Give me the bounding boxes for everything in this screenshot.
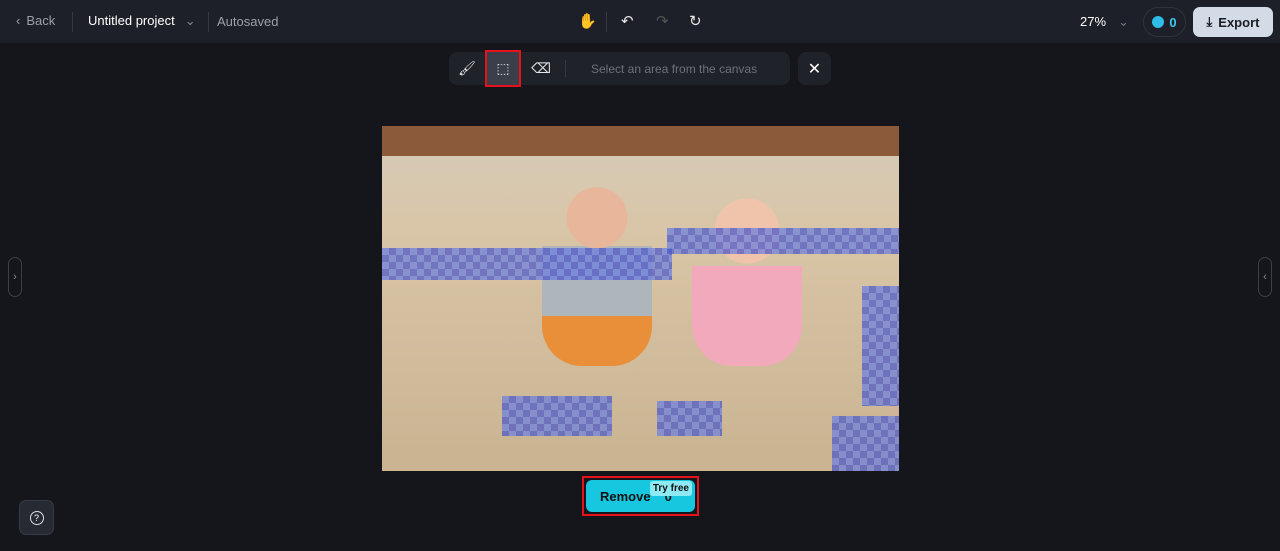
project-name-dropdown[interactable]: Untitled project ⌄	[88, 13, 196, 29]
brush-icon: 🖌	[458, 60, 476, 76]
child-figure	[692, 186, 802, 366]
selection-mask	[382, 248, 672, 280]
question-icon: ?	[29, 510, 44, 525]
right-panel-toggle[interactable]: ‹	[1258, 257, 1272, 297]
redo-icon[interactable]: ↷	[656, 12, 669, 30]
divider	[72, 12, 73, 32]
remove-button[interactable]: Remove 0 Try free	[582, 476, 699, 516]
zoom-dropdown[interactable]: 27% ⌄	[1080, 14, 1129, 30]
refresh-icon[interactable]: ↻	[689, 12, 702, 30]
back-button[interactable]: ‹ Back	[16, 13, 55, 28]
close-button[interactable]: ✕	[798, 52, 831, 85]
selection-mask	[657, 401, 722, 436]
try-free-badge: Try free	[649, 481, 692, 496]
selection-mask	[832, 416, 899, 471]
divider	[606, 12, 607, 32]
selection-mask	[667, 228, 899, 254]
chevron-down-icon: ⌄	[1118, 14, 1129, 29]
select-area-tool-button[interactable]: ⬚	[485, 50, 521, 87]
chevron-left-icon: ‹	[16, 13, 21, 28]
export-button[interactable]: ⤓ Export	[1193, 7, 1273, 37]
selection-mask	[502, 396, 612, 436]
download-icon: ⤓	[1206, 14, 1213, 29]
left-panel-toggle[interactable]: ›	[8, 257, 22, 297]
divider	[565, 60, 566, 77]
help-button[interactable]: ?	[19, 500, 54, 535]
selection-hint: Select an area from the canvas	[591, 62, 758, 76]
divider	[208, 12, 209, 32]
save-status: Autosaved	[217, 14, 279, 29]
brush-tool-button[interactable]: 🖌	[451, 52, 483, 85]
credits-badge[interactable]: 0	[1143, 7, 1186, 37]
eraser-icon: ⌫	[531, 60, 551, 76]
close-icon: ✕	[807, 60, 822, 78]
eraser-tool-button[interactable]: ⌫	[525, 52, 557, 85]
credit-icon	[1152, 16, 1165, 28]
selection-mask	[862, 286, 899, 406]
selection-toolbar: 🖌 ⬚ ⌫ Select an area from the canvas	[449, 50, 790, 87]
top-bar: ‹ Back Untitled project ⌄ Autosaved ✋ ↶ ↷ …	[0, 0, 1280, 43]
hand-tool-icon[interactable]: ✋	[578, 12, 597, 30]
chevron-down-icon: ⌄	[184, 13, 196, 28]
canvas-image[interactable]	[382, 126, 899, 471]
undo-icon[interactable]: ↶	[621, 12, 634, 30]
dashed-select-cursor-icon: ⬚	[496, 60, 510, 76]
